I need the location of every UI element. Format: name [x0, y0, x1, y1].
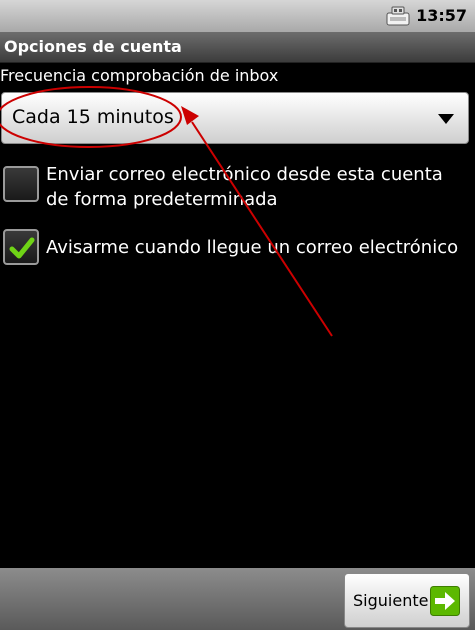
- usb-debug-icon: [386, 6, 410, 26]
- default-account-option[interactable]: Enviar correo electrónico desde esta cue…: [0, 162, 475, 212]
- next-button-label: Siguiente: [353, 591, 429, 610]
- frequency-selected-value: Cada 15 minutos: [12, 106, 174, 128]
- page-title: Opciones de cuenta: [4, 37, 182, 56]
- checkmark-icon: [9, 237, 35, 259]
- next-button[interactable]: Siguiente: [344, 573, 470, 628]
- android-screen: 13:57 Opciones de cuenta Frecuencia comp…: [0, 0, 475, 630]
- status-clock: 13:57: [416, 6, 467, 25]
- bottom-bar: Siguiente: [0, 568, 475, 630]
- notify-label: Avisarme cuando llegue un correo electró…: [46, 237, 459, 258]
- arrow-right-icon: [430, 586, 460, 616]
- default-account-checkbox[interactable]: [3, 166, 39, 202]
- notify-checkbox[interactable]: [3, 229, 39, 265]
- frequency-label: Frecuencia comprobación de inbox: [0, 66, 279, 85]
- frequency-dropdown[interactable]: Cada 15 minutos: [1, 92, 469, 144]
- status-bar: 13:57: [0, 0, 475, 32]
- notify-option[interactable]: Avisarme cuando llegue un correo electró…: [0, 226, 475, 268]
- dropdown-arrow-icon: [438, 114, 454, 124]
- title-bar: Opciones de cuenta: [0, 32, 475, 63]
- default-account-label: Enviar correo electrónico desde esta cue…: [46, 164, 443, 210]
